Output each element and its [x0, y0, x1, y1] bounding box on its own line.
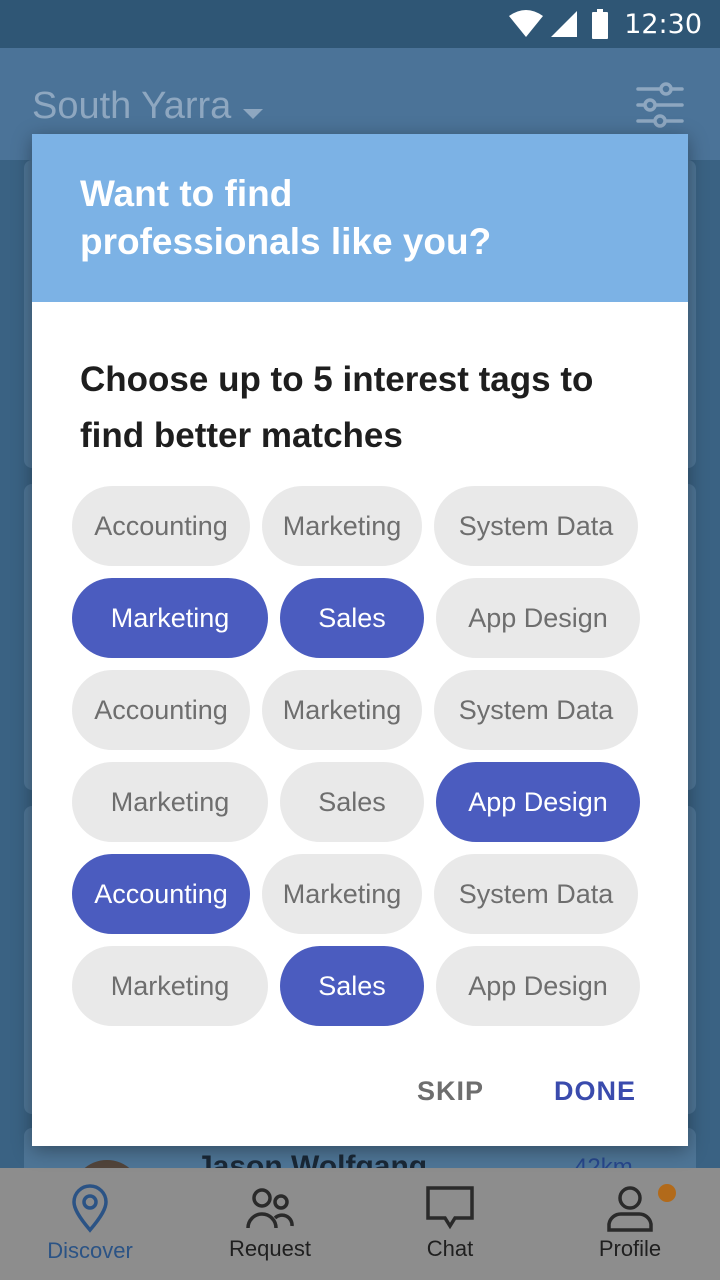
nav-profile[interactable]: Profile — [540, 1168, 720, 1280]
notification-dot — [658, 1184, 676, 1202]
dialog-title: Want to find professionals like you? — [80, 173, 492, 262]
dialog-subtitle: Choose up to 5 interest tags to find bet… — [80, 360, 594, 455]
nav-request[interactable]: Request — [180, 1168, 360, 1280]
tag-chip[interactable]: System Data — [434, 670, 638, 750]
tag-chip[interactable]: App Design — [436, 762, 640, 842]
dialog-header: Want to find professionals like you? — [32, 134, 688, 302]
tag-chip[interactable]: Sales — [280, 946, 424, 1026]
tag-row: Marketing Sales App Design — [72, 762, 652, 842]
tag-chip[interactable]: System Data — [434, 854, 638, 934]
dialog-actions: SKIP DONE — [417, 1076, 636, 1107]
people-icon — [245, 1184, 295, 1232]
chat-bubble-icon — [425, 1184, 475, 1232]
tag-chip[interactable]: Marketing — [72, 946, 268, 1026]
tag-row: Accounting Marketing System Data — [72, 486, 652, 566]
status-bar: 12:30 — [0, 0, 720, 48]
tag-chip[interactable]: Accounting — [72, 486, 250, 566]
tag-row: Marketing Sales App Design — [72, 946, 652, 1026]
tag-chip[interactable]: Sales — [280, 578, 424, 658]
tag-row: Accounting Marketing System Data — [72, 670, 652, 750]
nav-discover[interactable]: Discover — [0, 1168, 180, 1280]
tag-chip[interactable]: Accounting — [72, 670, 250, 750]
nav-chat[interactable]: Chat — [360, 1168, 540, 1280]
nav-label: Chat — [426, 1236, 474, 1261]
nav-label: Profile — [598, 1236, 662, 1261]
tag-chip[interactable]: Accounting — [72, 854, 250, 934]
battery-icon — [592, 9, 609, 39]
tag-chip[interactable]: System Data — [434, 486, 638, 566]
tag-chip[interactable]: Sales — [280, 762, 424, 842]
done-button[interactable]: DONE — [554, 1076, 636, 1107]
tag-chip[interactable]: Marketing — [72, 762, 268, 842]
sliders-icon[interactable] — [636, 82, 684, 133]
location-pin-icon — [70, 1184, 110, 1234]
bottom-nav: Discover Request Chat Profile — [0, 1168, 720, 1280]
tag-chip[interactable]: Marketing — [72, 578, 268, 658]
tag-chip[interactable]: Marketing — [262, 854, 422, 934]
tag-chip[interactable]: App Design — [436, 946, 640, 1026]
person-icon — [605, 1184, 655, 1232]
interest-tags-dialog: Want to find professionals like you? Cho… — [32, 134, 688, 1146]
skip-button[interactable]: SKIP — [417, 1076, 484, 1107]
tag-row: Marketing Sales App Design — [72, 578, 652, 658]
status-time: 12:30 — [624, 8, 702, 40]
wifi-icon — [508, 10, 544, 38]
nav-label: Discover — [47, 1238, 133, 1263]
chevron-down-icon — [243, 88, 264, 131]
nav-label: Request — [229, 1236, 311, 1261]
tag-row: Accounting Marketing System Data — [72, 854, 652, 934]
location-label: South Yarra — [32, 85, 232, 127]
tag-list: Accounting Marketing System Data Marketi… — [72, 486, 652, 1038]
tag-chip[interactable]: Marketing — [262, 670, 422, 750]
tag-chip[interactable]: Marketing — [262, 486, 422, 566]
signal-icon — [550, 10, 578, 38]
location-selector[interactable]: South Yarra — [32, 82, 264, 131]
tag-chip[interactable]: App Design — [436, 578, 640, 658]
